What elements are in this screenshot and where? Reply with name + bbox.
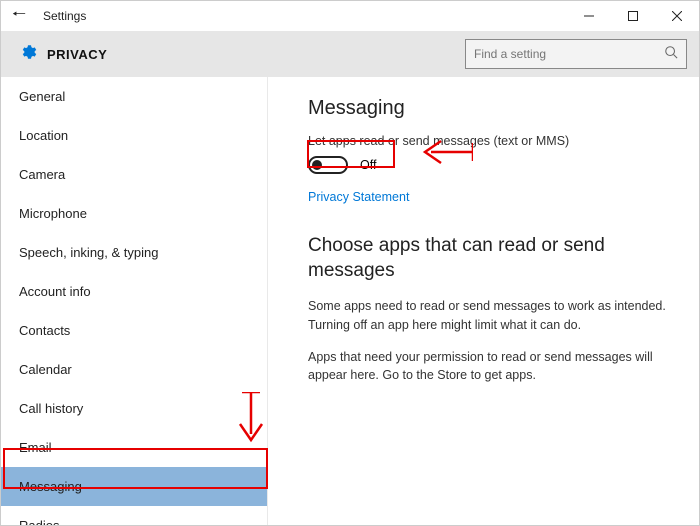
sidebar-item-label: Location [19,128,68,143]
sidebar-item-label: Messaging [19,479,82,494]
messaging-toggle[interactable] [308,156,348,174]
content-heading: Messaging [308,97,671,120]
content-paragraph-2: Apps that need your permission to read o… [308,348,668,384]
privacy-statement-link[interactable]: Privacy Statement [308,190,409,204]
search-input[interactable] [474,47,664,61]
search-box[interactable] [465,39,687,69]
sidebar-item-callhistory[interactable]: Call history [1,389,267,428]
sidebar-item-label: Radios [19,518,59,525]
sidebar-item-account[interactable]: Account info [1,272,267,311]
sidebar-item-contacts[interactable]: Contacts [1,311,267,350]
content-panel: Messaging Let apps read or send messages… [268,77,699,525]
sidebar-item-camera[interactable]: Camera [1,155,267,194]
toggle-label: Let apps read or send messages (text or … [308,134,671,148]
sidebar-item-general[interactable]: General [1,77,267,116]
gear-icon [19,43,37,66]
sidebar-item-label: Email [19,440,52,455]
sidebar-item-email[interactable]: Email [1,428,267,467]
sidebar-item-messaging[interactable]: Messaging [1,467,267,506]
sidebar-item-radios[interactable]: Radios [1,506,267,525]
toggle-row: Off [308,156,671,174]
titlebar: 🠐 Settings [1,1,699,31]
sidebar-item-label: Camera [19,167,65,182]
sidebar-item-label: Call history [19,401,83,416]
sidebar: General Location Camera Microphone Speec… [1,77,268,525]
sidebar-item-label: Calendar [19,362,72,377]
sidebar-item-microphone[interactable]: Microphone [1,194,267,233]
sidebar-item-label: Microphone [19,206,87,221]
body: General Location Camera Microphone Speec… [1,77,699,525]
content-paragraph-1: Some apps need to read or send messages … [308,297,668,333]
toggle-knob [312,160,322,170]
search-icon [664,45,678,64]
settings-header: PRIVACY [1,31,699,77]
maximize-button[interactable] [611,1,655,31]
sidebar-item-speech[interactable]: Speech, inking, & typing [1,233,267,272]
content-subheading: Choose apps that can read or send messag… [308,234,671,283]
toggle-state-text: Off [360,158,376,172]
window-title: Settings [43,9,86,23]
minimize-button[interactable] [567,1,611,31]
close-button[interactable] [655,1,699,31]
sidebar-item-location[interactable]: Location [1,116,267,155]
sidebar-item-calendar[interactable]: Calendar [1,350,267,389]
sidebar-item-label: Contacts [19,323,70,338]
sidebar-item-label: Speech, inking, & typing [19,245,158,260]
back-button[interactable]: 🠐 [1,3,37,30]
page-title: PRIVACY [47,47,107,62]
sidebar-item-label: General [19,89,65,104]
sidebar-item-label: Account info [19,284,91,299]
